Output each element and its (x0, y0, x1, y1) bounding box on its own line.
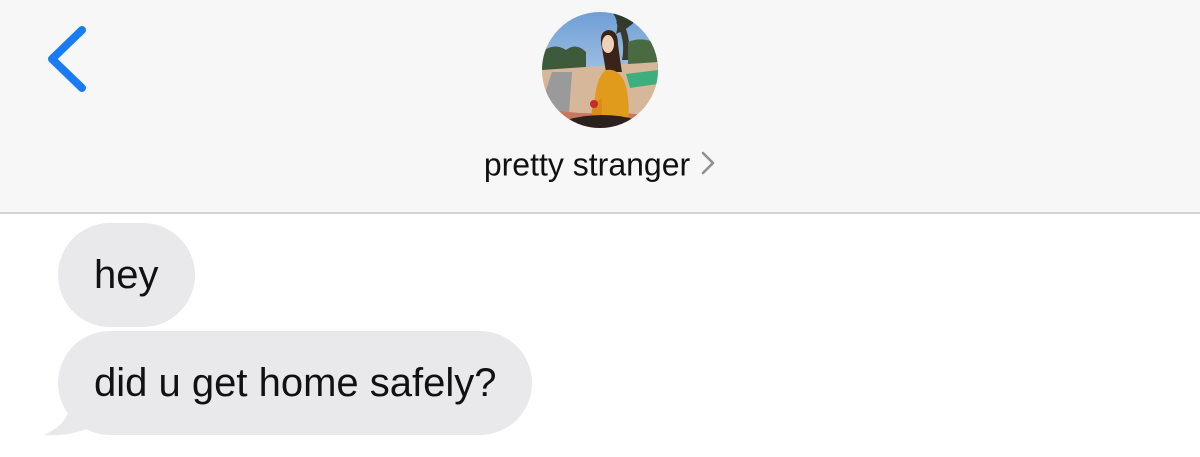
incoming-message-bubble[interactable]: hey (58, 223, 195, 327)
contact-name: pretty stranger (483, 146, 691, 183)
message-text: did u get home safely? (94, 361, 497, 405)
message-text: hey (94, 253, 159, 297)
incoming-message-bubble[interactable]: did u get home safely? (58, 331, 533, 435)
contact-photo-icon (542, 12, 658, 128)
contact-avatar[interactable] (542, 12, 658, 128)
back-button[interactable] (38, 22, 94, 96)
contact-name-button[interactable]: pretty stranger (0, 140, 1200, 187)
chevron-left-icon (48, 26, 86, 92)
conversation-header: pretty stranger (0, 0, 1200, 214)
chevron-right-icon (700, 150, 716, 176)
